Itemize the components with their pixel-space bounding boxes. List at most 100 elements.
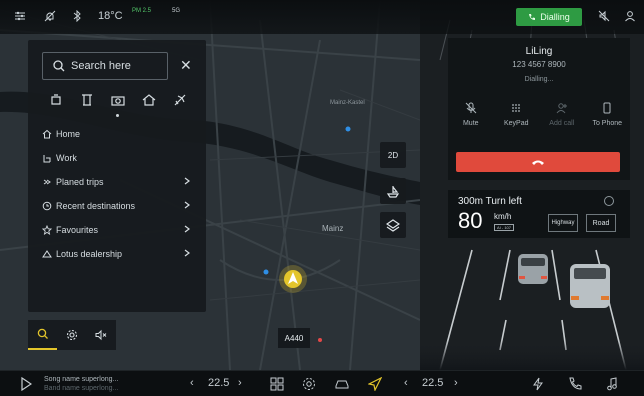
view-mode-label: 2D <box>387 150 399 160</box>
settings-sliders-icon[interactable] <box>14 10 26 22</box>
mute-guidance-button[interactable] <box>86 320 115 350</box>
close-icon[interactable]: ✕ <box>180 58 192 72</box>
dialling-badge[interactable]: Dialling <box>516 8 582 26</box>
search-icon <box>53 60 65 72</box>
keypad-button[interactable]: KeyPad <box>495 102 537 127</box>
notification-mute-icon[interactable] <box>598 10 610 22</box>
caller-name: LiLing <box>525 46 553 57</box>
hotel-icon[interactable] <box>79 92 95 108</box>
road-button[interactable]: Road <box>586 214 616 232</box>
left-temp-decrease[interactable]: ‹ <box>190 377 194 389</box>
star-icon <box>42 225 52 235</box>
bell-off-icon <box>44 10 56 22</box>
city-label: Mainz <box>322 224 344 233</box>
call-status: Dialling... <box>524 76 554 83</box>
menu-item-planned-trips[interactable]: Planed trips <box>42 170 192 194</box>
speed-limit-badge: AI - 107 <box>494 224 514 231</box>
phone-icon[interactable] <box>568 377 582 391</box>
map-small-label: Mainz-Kastel <box>330 100 365 106</box>
chevron-right-icon <box>184 249 190 257</box>
work-icon <box>43 155 51 163</box>
category-row <box>48 92 188 108</box>
map-tools <box>28 320 116 350</box>
search-tool-button[interactable] <box>28 320 57 350</box>
ship-icon <box>386 186 400 198</box>
right-temp-decrease[interactable]: ‹ <box>404 377 408 389</box>
add-call-button[interactable]: Add call <box>541 102 583 127</box>
menu-label: Work <box>56 153 77 163</box>
navigation-card: 300m Turn left 80 km/h AI - 107 Highway … <box>448 190 630 238</box>
info-icon[interactable] <box>604 196 614 206</box>
left-temperature: 22.5 <box>208 377 230 389</box>
apps-grid-icon[interactable] <box>270 377 284 391</box>
turn-instruction: 300m Turn left <box>458 196 522 207</box>
menu-label: Planed trips <box>56 177 104 187</box>
chevron-right-icon <box>184 201 190 209</box>
current-speed: 80 <box>458 208 483 233</box>
search-icon <box>37 328 48 339</box>
clock-icon <box>42 201 52 211</box>
right-temp-increase[interactable]: › <box>454 377 458 389</box>
lead-car <box>518 254 548 284</box>
hang-up-icon <box>532 160 544 165</box>
to-phone-button[interactable]: To Phone <box>586 102 628 127</box>
chevron-right-icon <box>184 225 190 233</box>
highway-button[interactable]: Highway <box>548 214 578 232</box>
restaurant-icon[interactable] <box>48 92 64 108</box>
view-mode-button[interactable]: 2D <box>380 142 406 168</box>
hang-up-button[interactable] <box>456 152 620 172</box>
speed-unit-top: km/ <box>494 212 507 221</box>
now-playing[interactable]: Song name superlong... Band name superlo… <box>44 375 118 393</box>
menu-item-favourites[interactable]: Favourites <box>42 218 192 242</box>
route-button[interactable] <box>380 178 406 204</box>
charging-icon[interactable] <box>532 377 544 391</box>
airport-icon[interactable] <box>172 92 188 108</box>
menu-item-lotus-dealership[interactable]: Lotus dealership <box>42 242 192 266</box>
menu-item-work[interactable]: Work <box>42 146 192 170</box>
layers-button[interactable] <box>380 212 406 238</box>
play-icon[interactable] <box>20 377 32 391</box>
phone-icon <box>529 14 536 20</box>
speed-unit-bottom: h <box>506 212 512 221</box>
search-input[interactable]: Search here <box>42 52 168 80</box>
menu-label: Recent destinations <box>56 201 136 211</box>
trip-icon <box>43 179 51 185</box>
vehicle-position-icon <box>279 265 307 293</box>
keypad-icon <box>512 104 521 112</box>
user-icon[interactable] <box>624 10 636 22</box>
menu-item-home[interactable]: Home <box>42 122 192 146</box>
add-user-icon <box>556 103 567 114</box>
menu-label: Favourites <box>56 225 99 235</box>
settings-tool-button[interactable] <box>57 320 86 350</box>
status-bar: 18°C PM 2.5 5G Dialling <box>0 0 644 34</box>
mic-off-icon <box>465 102 477 114</box>
music-icon[interactable] <box>606 377 618 391</box>
caller-number: 123 4567 8900 <box>512 60 566 69</box>
add-call-label: Add call <box>549 120 575 127</box>
road-label: A440 <box>278 328 310 348</box>
song-title: Song name superlong... <box>44 376 119 383</box>
keypad-label: KeyPad <box>503 120 529 127</box>
destination-menu: Home Work Planed trips Recent destinatio… <box>42 122 192 266</box>
dealership-icon <box>42 250 52 258</box>
phone-device-icon <box>603 102 611 114</box>
parking-icon[interactable] <box>141 92 157 108</box>
settings-icon[interactable] <box>302 377 316 391</box>
gear-icon <box>66 329 77 341</box>
camera-icon[interactable] <box>110 92 126 108</box>
signal-strength: 5G <box>172 8 181 14</box>
call-actions: Mute KeyPad Add call To Phone <box>448 102 630 127</box>
menu-label: Home <box>56 129 81 139</box>
right-temperature: 22.5 <box>422 377 444 389</box>
speed-unit: km/h <box>494 212 511 221</box>
air-quality: PM 2.5 <box>132 8 152 14</box>
call-card: LiLing 123 4567 8900 Dialling... Mute Ke… <box>448 38 630 180</box>
car-icon[interactable] <box>334 378 350 390</box>
dialling-label: Dialling <box>540 12 570 22</box>
chevron-right-icon <box>184 177 190 185</box>
mute-button[interactable]: Mute <box>450 102 492 127</box>
search-panel: Search here ✕ Home Work Planed trips Rec… <box>28 40 206 312</box>
navigation-icon[interactable] <box>368 377 382 391</box>
menu-item-recent-destinations[interactable]: Recent destinations <box>42 194 192 218</box>
left-temp-increase[interactable]: › <box>238 377 242 389</box>
